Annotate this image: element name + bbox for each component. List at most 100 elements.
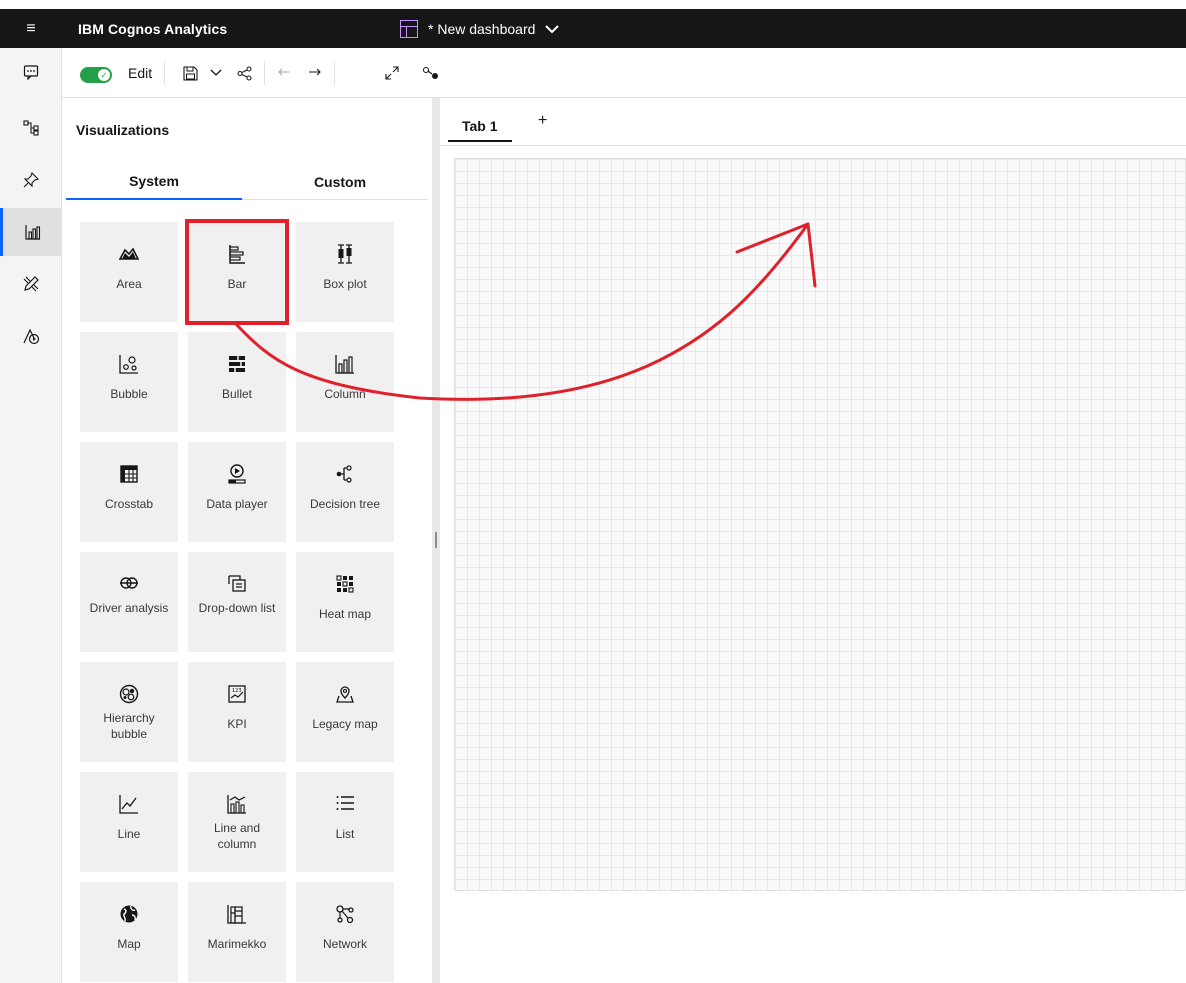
comment-icon[interactable] bbox=[0, 48, 62, 96]
tile-legacy-map[interactable]: Legacy map bbox=[296, 662, 394, 762]
visualizations-icon[interactable] bbox=[0, 208, 62, 256]
tile-line[interactable]: Line bbox=[80, 772, 178, 872]
tile-label: Bar bbox=[227, 277, 247, 291]
column-chart-icon bbox=[335, 354, 355, 376]
undo-icon[interactable] bbox=[274, 62, 294, 84]
app-header: ≡ IBM Cognos Analytics * New dashboard bbox=[0, 9, 1186, 48]
hamburger-menu-icon[interactable]: ≡ bbox=[0, 20, 62, 38]
tile-label: Data player bbox=[206, 497, 268, 511]
tile-label: Legacy map bbox=[312, 717, 378, 731]
tile-bubble[interactable]: Bubble bbox=[80, 332, 178, 432]
line-and-column-icon bbox=[227, 794, 247, 816]
tile-drop-down-list[interactable]: Drop-down list bbox=[188, 552, 286, 652]
tile-label: Bubble bbox=[110, 387, 148, 401]
driver-analysis-icon bbox=[119, 574, 139, 596]
tile-column[interactable]: Column bbox=[296, 332, 394, 432]
tile-label: Box plot bbox=[323, 277, 367, 291]
tile-label: Heat map bbox=[318, 607, 372, 621]
app-title: IBM Cognos Analytics bbox=[78, 20, 228, 37]
edit-toggle[interactable]: ✓ bbox=[80, 67, 112, 83]
fullscreen-icon[interactable] bbox=[382, 62, 402, 84]
network-icon bbox=[335, 904, 355, 926]
tile-map[interactable]: Map bbox=[80, 882, 178, 982]
tile-marimekko[interactable]: Marimekko bbox=[188, 882, 286, 982]
tile-line-and-column[interactable]: Line and column bbox=[188, 772, 286, 872]
area-chart-icon bbox=[118, 244, 140, 266]
left-rail bbox=[0, 48, 62, 983]
dashboard-icon bbox=[400, 19, 418, 38]
heat-map-icon bbox=[335, 574, 355, 596]
tile-label: Network bbox=[322, 937, 367, 951]
line-chart-icon bbox=[119, 794, 139, 816]
data-tree-icon[interactable] bbox=[0, 104, 62, 152]
tile-label: Column bbox=[324, 387, 366, 401]
shapes-media-icon[interactable] bbox=[0, 312, 62, 360]
tile-label: Line bbox=[117, 827, 141, 841]
tile-label: KPI bbox=[227, 717, 247, 731]
toolbar-divider bbox=[264, 61, 265, 85]
tile-heat-map[interactable]: Heat map bbox=[296, 552, 394, 652]
redo-icon[interactable] bbox=[304, 62, 324, 84]
tab-1[interactable]: Tab 1 bbox=[448, 112, 512, 142]
tile-label: Line and column bbox=[213, 821, 261, 851]
tile-network[interactable]: Network bbox=[296, 882, 394, 982]
hierarchy-bubble-icon bbox=[119, 684, 139, 706]
tile-area[interactable]: Area bbox=[80, 222, 178, 322]
tile-label: Decision tree bbox=[309, 497, 381, 511]
svg-text:123: 123 bbox=[232, 688, 242, 694]
drop-down-list-icon bbox=[228, 574, 246, 596]
toolbar-divider bbox=[334, 61, 335, 85]
tile-box-plot[interactable]: Box plot bbox=[296, 222, 394, 322]
tile-label: Marimekko bbox=[207, 937, 267, 951]
list-icon bbox=[335, 794, 355, 816]
tile-hierarchy-bubble[interactable]: Hierarchy bubble bbox=[80, 662, 178, 762]
tile-data-player[interactable]: Data player bbox=[188, 442, 286, 542]
box-plot-icon bbox=[335, 244, 355, 266]
assets-pencil-icon[interactable] bbox=[0, 260, 62, 308]
legacy-map-icon bbox=[335, 684, 355, 706]
dashboard-grid-canvas[interactable] bbox=[454, 158, 1186, 891]
tile-bar[interactable]: Bar bbox=[188, 222, 286, 322]
chevron-down-icon[interactable] bbox=[545, 21, 560, 37]
tile-driver-analysis[interactable]: Driver analysis bbox=[80, 552, 178, 652]
visualizations-panel: Visualizations System Custom Area Bar Bo… bbox=[62, 98, 432, 983]
data-player-icon bbox=[227, 464, 247, 486]
dashboard-tab-bar: Tab 1 + bbox=[440, 98, 1186, 146]
globe-icon bbox=[119, 904, 139, 926]
pointer-icon[interactable] bbox=[420, 62, 442, 84]
tile-label: Area bbox=[116, 277, 142, 291]
panel-title: Visualizations bbox=[76, 122, 170, 138]
crosstab-icon bbox=[119, 464, 139, 486]
kpi-icon: 123 bbox=[227, 684, 247, 706]
tile-label: Map bbox=[117, 937, 141, 951]
tile-decision-tree[interactable]: Decision tree bbox=[296, 442, 394, 542]
add-tab-button[interactable]: + bbox=[538, 112, 547, 130]
panel-splitter[interactable] bbox=[432, 98, 440, 983]
save-icon[interactable] bbox=[180, 62, 200, 84]
dashboard-canvas-area: Tab 1 + bbox=[440, 98, 1186, 983]
save-options-chevron-icon[interactable] bbox=[208, 62, 224, 84]
tile-label: Bullet bbox=[221, 387, 253, 401]
bar-chart-icon bbox=[228, 244, 246, 266]
tab-system[interactable]: System bbox=[66, 164, 242, 200]
tile-crosstab[interactable]: Crosstab bbox=[80, 442, 178, 542]
bullet-chart-icon bbox=[227, 354, 247, 376]
dashboard-title-menu[interactable]: * New dashboard bbox=[400, 19, 560, 38]
panel-tabs: System Custom bbox=[66, 164, 428, 200]
share-icon[interactable] bbox=[234, 62, 254, 84]
tile-kpi[interactable]: 123 KPI bbox=[188, 662, 286, 762]
tab-custom[interactable]: Custom bbox=[252, 164, 428, 200]
tile-bullet[interactable]: Bullet bbox=[188, 332, 286, 432]
marimekko-icon bbox=[227, 904, 247, 926]
drag-handle-icon[interactable] bbox=[435, 532, 437, 548]
toolbar-divider bbox=[164, 61, 165, 85]
tile-label: Crosstab bbox=[104, 497, 154, 511]
pin-icon[interactable] bbox=[0, 156, 62, 204]
dashboard-title: * New dashboard bbox=[428, 20, 536, 37]
tile-list[interactable]: List bbox=[296, 772, 394, 872]
edit-label: Edit bbox=[128, 65, 153, 81]
tile-label: List bbox=[335, 827, 355, 841]
tile-label: Driver analysis bbox=[89, 601, 169, 615]
dashboard-toolbar: ✓ Edit bbox=[62, 48, 1186, 98]
tile-label: Drop-down list bbox=[198, 601, 276, 615]
